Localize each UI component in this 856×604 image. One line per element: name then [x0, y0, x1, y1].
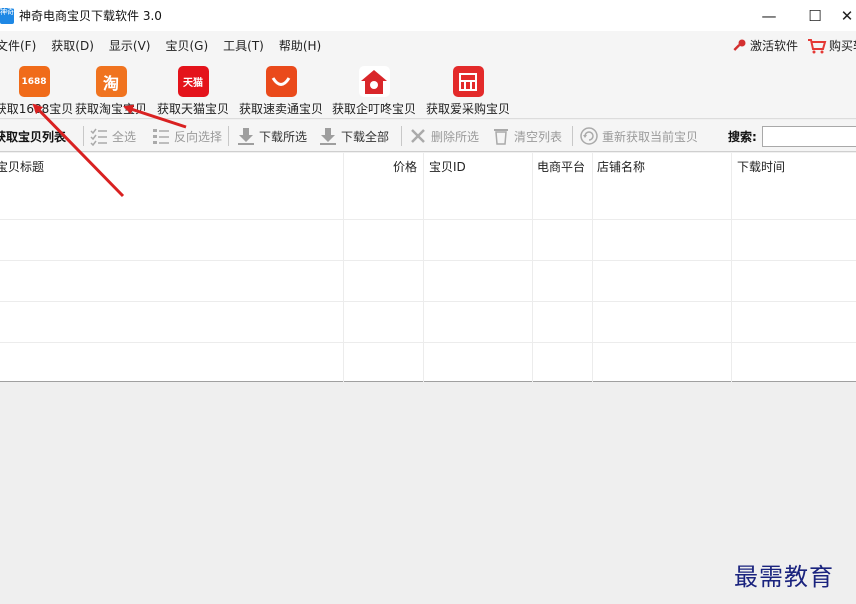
activate-label: 激活软件	[750, 39, 799, 53]
product-table: 宝贝标题 价格 宝贝ID 电商平台 店铺名称 下载时间	[0, 153, 856, 382]
refetch-button[interactable]: 重新获取当前宝贝	[579, 120, 698, 152]
clear-list-button[interactable]: 清空列表	[491, 120, 562, 152]
1688-icon: 1688	[18, 66, 50, 97]
menu-tools[interactable]: 工具(T)	[223, 37, 279, 54]
table-row[interactable]	[0, 343, 856, 384]
watermark-text: 最需教育	[734, 563, 834, 591]
invert-select-label: 反向选择	[174, 129, 223, 144]
download-selected-label: 下载所选	[259, 129, 308, 144]
taobao-icon: 淘	[95, 66, 127, 97]
table-row[interactable]	[0, 302, 856, 343]
list-icon	[153, 129, 169, 144]
maximize-button[interactable]: ☐	[792, 0, 838, 31]
clear-list-label: 清空列表	[514, 129, 563, 144]
menu-bar: 文件(F) 获取(D) 显示(V) 宝贝(G) 工具(T) 帮助(H) 激活软件…	[0, 31, 856, 60]
activate-button[interactable]: 激活软件	[731, 31, 798, 60]
select-all-label: 全选	[112, 129, 137, 144]
menu-fetch[interactable]: 获取(D)	[51, 37, 109, 54]
platform-toolbar: 1688 获取1688宝贝 淘 获取淘宝宝贝 天猫 获取天猫宝贝 获取速卖通宝贝…	[0, 60, 856, 119]
fetch-aicaigou-label: 获取爱采购宝贝	[425, 102, 510, 116]
invert-select-button[interactable]: 反向选择	[151, 120, 222, 152]
aicaigou-icon	[452, 66, 484, 97]
menu-view[interactable]: 显示(V)	[109, 37, 166, 54]
empty-area	[0, 382, 856, 604]
col-item-id[interactable]: 宝贝ID	[429, 153, 466, 181]
select-all-button[interactable]: 全选	[89, 120, 136, 152]
download-all-button[interactable]: 下载全部	[318, 120, 389, 152]
table-row[interactable]	[0, 181, 856, 222]
fetch-1688-button[interactable]: 1688 获取1688宝贝	[0, 60, 74, 118]
fetch-taobao-button[interactable]: 淘 获取淘宝宝贝	[74, 60, 148, 118]
toolbar-separator	[228, 126, 229, 146]
fetch-tmall-label: 获取天猫宝贝	[156, 102, 229, 116]
download-icon	[238, 128, 254, 145]
buy-button[interactable]: 购买软	[807, 31, 856, 60]
refetch-label: 重新获取当前宝贝	[602, 129, 699, 144]
col-platform[interactable]: 电商平台	[537, 153, 585, 181]
fetch-qidingdong-label: 获取企叮咚宝贝	[331, 102, 416, 116]
fetch-taobao-label: 获取淘宝宝贝	[74, 102, 147, 116]
app-logo-icon: 神奇	[0, 7, 14, 24]
list-title: 获取宝贝列表	[0, 129, 67, 144]
key-icon	[733, 39, 746, 51]
window-title: 神奇电商宝贝下载软件 3.0	[19, 9, 162, 23]
fetch-aliexpress-button[interactable]: 获取速卖通宝贝	[238, 60, 324, 118]
tmall-icon: 天猫	[177, 66, 209, 97]
cart-icon	[808, 38, 827, 53]
delete-selected-button[interactable]: 删除所选	[408, 120, 479, 152]
app-window: 神奇 神奇电商宝贝下载软件 3.0 — ☐ ✕ 文件(F) 获取(D) 显示(V…	[0, 0, 856, 604]
close-button[interactable]: ✕	[838, 0, 856, 31]
title-bar: 神奇 神奇电商宝贝下载软件 3.0 — ☐ ✕	[0, 0, 856, 31]
menu-help[interactable]: 帮助(H)	[279, 37, 329, 54]
minimize-button[interactable]: —	[746, 0, 792, 31]
col-price[interactable]: 价格	[393, 153, 417, 181]
toolbar-separator	[401, 126, 402, 146]
action-toolbar: 获取宝贝列表 全选 反向选择 下载所选 下载全部 删除所选 清空列表 重新获取当…	[0, 120, 856, 152]
trash-icon	[494, 129, 508, 145]
search-label: 搜索:	[728, 129, 757, 144]
col-download-time[interactable]: 下载时间	[737, 153, 785, 181]
toolbar-separator	[83, 126, 84, 146]
fetch-qidingdong-button[interactable]: 获取企叮咚宝贝	[331, 60, 417, 118]
aliexpress-icon	[265, 66, 297, 97]
download-all-label: 下载全部	[341, 129, 390, 144]
menu-item[interactable]: 宝贝(G)	[165, 37, 223, 54]
buy-label: 购买软	[829, 39, 856, 53]
refresh-icon	[580, 127, 598, 145]
fetch-aicaigou-button[interactable]: 获取爱采购宝贝	[425, 60, 511, 118]
qidingdong-icon	[358, 66, 390, 97]
delete-icon	[411, 129, 425, 143]
checklist-icon	[90, 128, 107, 146]
search-input[interactable]	[762, 126, 856, 147]
download-all-icon	[320, 128, 336, 145]
menu-file[interactable]: 文件(F)	[0, 37, 51, 54]
fetch-tmall-button[interactable]: 天猫 获取天猫宝贝	[156, 60, 230, 118]
delete-selected-label: 删除所选	[431, 129, 480, 144]
col-shop-name[interactable]: 店铺名称	[597, 153, 645, 181]
download-selected-button[interactable]: 下载所选	[236, 120, 307, 152]
table-header: 宝贝标题 价格 宝贝ID 电商平台 店铺名称 下载时间	[0, 153, 856, 181]
col-title[interactable]: 宝贝标题	[0, 153, 44, 181]
table-row[interactable]	[0, 220, 856, 261]
fetch-1688-label: 获取1688宝贝	[0, 102, 74, 116]
fetch-aliexpress-label: 获取速卖通宝贝	[238, 102, 323, 116]
table-row[interactable]	[0, 261, 856, 302]
toolbar-separator	[572, 126, 573, 146]
